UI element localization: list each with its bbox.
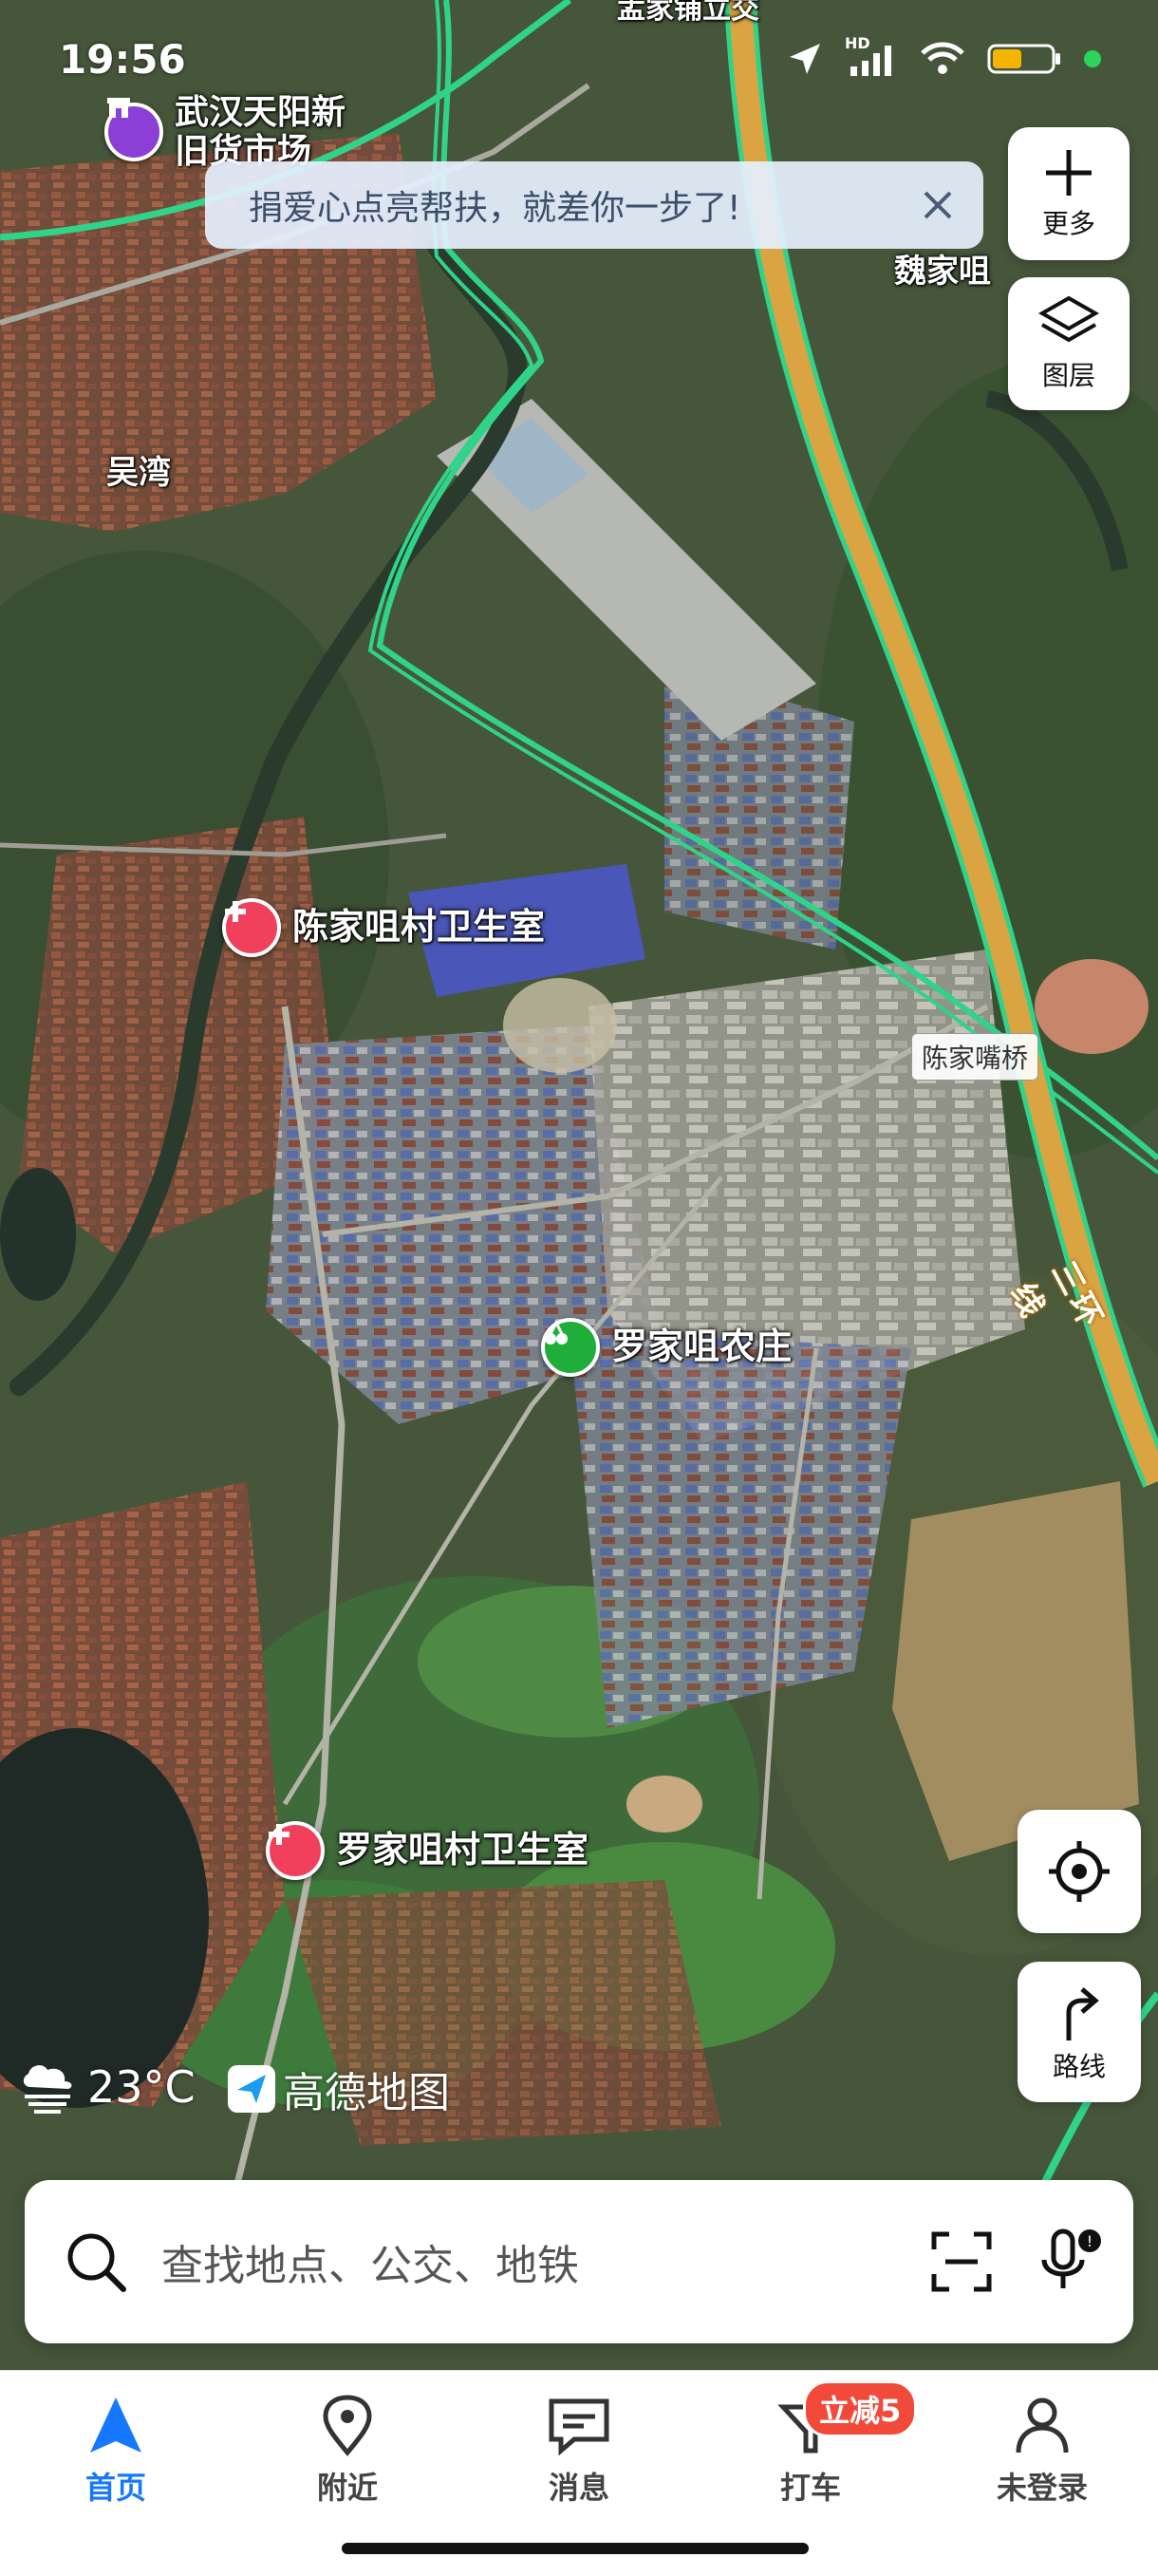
search-input[interactable]: 查找地点、公交、地铁 bbox=[161, 2231, 928, 2292]
nav-taxi-label: 打车 bbox=[779, 2470, 841, 2506]
medical-cross-icon bbox=[266, 1821, 325, 1880]
svg-text:!: ! bbox=[1087, 2232, 1093, 2250]
nav-profile-label: 未登录 bbox=[996, 2470, 1088, 2506]
poi-farm[interactable]: 罗家咀农庄 bbox=[541, 1318, 792, 1377]
network-label: HD bbox=[845, 34, 870, 52]
place-label-weijiaju[interactable]: 魏家咀 bbox=[894, 245, 991, 291]
layers-button[interactable]: 图层 bbox=[1008, 277, 1130, 410]
poi-clinic-name: 罗家咀村卫生室 bbox=[336, 1829, 589, 1871]
status-time: 19:56 bbox=[59, 36, 186, 83]
scan-icon[interactable] bbox=[928, 2228, 995, 2295]
battery-icon bbox=[987, 44, 1060, 74]
medical-cross-icon bbox=[222, 898, 281, 957]
promo-badge[interactable]: 立减5 bbox=[803, 2380, 918, 2437]
user-icon bbox=[1016, 2397, 1069, 2454]
poi-clinic-luojiaju[interactable]: 罗家咀村卫生室 bbox=[266, 1821, 588, 1880]
signal-icon: HD bbox=[845, 34, 898, 78]
locate-me-button[interactable] bbox=[1018, 1810, 1141, 1933]
wifi-icon bbox=[921, 42, 964, 74]
place-label-wuwan[interactable]: 吴湾 bbox=[106, 446, 171, 493]
route-arrow-icon bbox=[1066, 1987, 1099, 2040]
nav-home[interactable]: 首页 bbox=[21, 2394, 211, 2508]
nav-messages-label: 消息 bbox=[548, 2470, 609, 2506]
poi-clinic-chenjiaju[interactable]: 陈家咀村卫生室 bbox=[222, 898, 545, 957]
layers-label: 图层 bbox=[1041, 360, 1095, 391]
poi-farm-name: 罗家咀农庄 bbox=[611, 1326, 793, 1368]
status-bar: 19:56 HD bbox=[0, 0, 1158, 114]
amap-logo-icon bbox=[228, 2065, 275, 2113]
message-icon bbox=[549, 2398, 609, 2456]
plus-icon bbox=[1046, 150, 1092, 196]
crosshair-icon bbox=[1049, 1841, 1110, 1902]
nav-messages[interactable]: 消息 bbox=[484, 2394, 674, 2508]
amap-logo: 高德地图 bbox=[228, 2059, 450, 2119]
privacy-dot-icon bbox=[1084, 50, 1101, 67]
nav-home-label: 首页 bbox=[84, 2470, 146, 2506]
navigation-arrow-icon bbox=[90, 2397, 141, 2453]
poi-clinic-name: 陈家咀村卫生室 bbox=[292, 906, 546, 949]
donation-banner[interactable]: 捐爱心点亮帮扶，就差你一步了! bbox=[205, 161, 983, 249]
search-icon bbox=[67, 2233, 126, 2292]
microphone-icon[interactable]: ! bbox=[1033, 2226, 1105, 2298]
layers-icon bbox=[1038, 295, 1099, 343]
search-bar[interactable]: 查找地点、公交、地铁 ! bbox=[25, 2180, 1133, 2343]
nav-profile[interactable]: 未登录 bbox=[947, 2394, 1137, 2508]
location-pin-icon bbox=[323, 2395, 372, 2456]
nav-nearby[interactable]: 附近 bbox=[252, 2394, 442, 2508]
cloud-fog-icon bbox=[23, 2065, 72, 2114]
bridge-label[interactable]: 陈家嘴桥 bbox=[911, 1033, 1039, 1081]
weather-widget[interactable]: 23°C bbox=[17, 2059, 196, 2115]
route-label: 路线 bbox=[1052, 2051, 1106, 2082]
close-icon[interactable] bbox=[915, 182, 961, 228]
location-arrow-icon bbox=[790, 44, 820, 74]
route-button[interactable]: 路线 bbox=[1018, 1962, 1141, 2102]
cherry-icon bbox=[541, 1318, 600, 1377]
more-label: 更多 bbox=[1041, 208, 1095, 239]
status-icons: HD bbox=[786, 34, 1101, 78]
banner-message: 捐爱心点亮帮扶，就差你一步了! bbox=[249, 189, 741, 228]
temperature: 23°C bbox=[87, 2061, 196, 2113]
nav-nearby-label: 附近 bbox=[316, 2470, 378, 2506]
brand-name: 高德地图 bbox=[283, 2069, 450, 2117]
more-button[interactable]: 更多 bbox=[1008, 127, 1130, 260]
home-indicator[interactable] bbox=[342, 2543, 809, 2554]
